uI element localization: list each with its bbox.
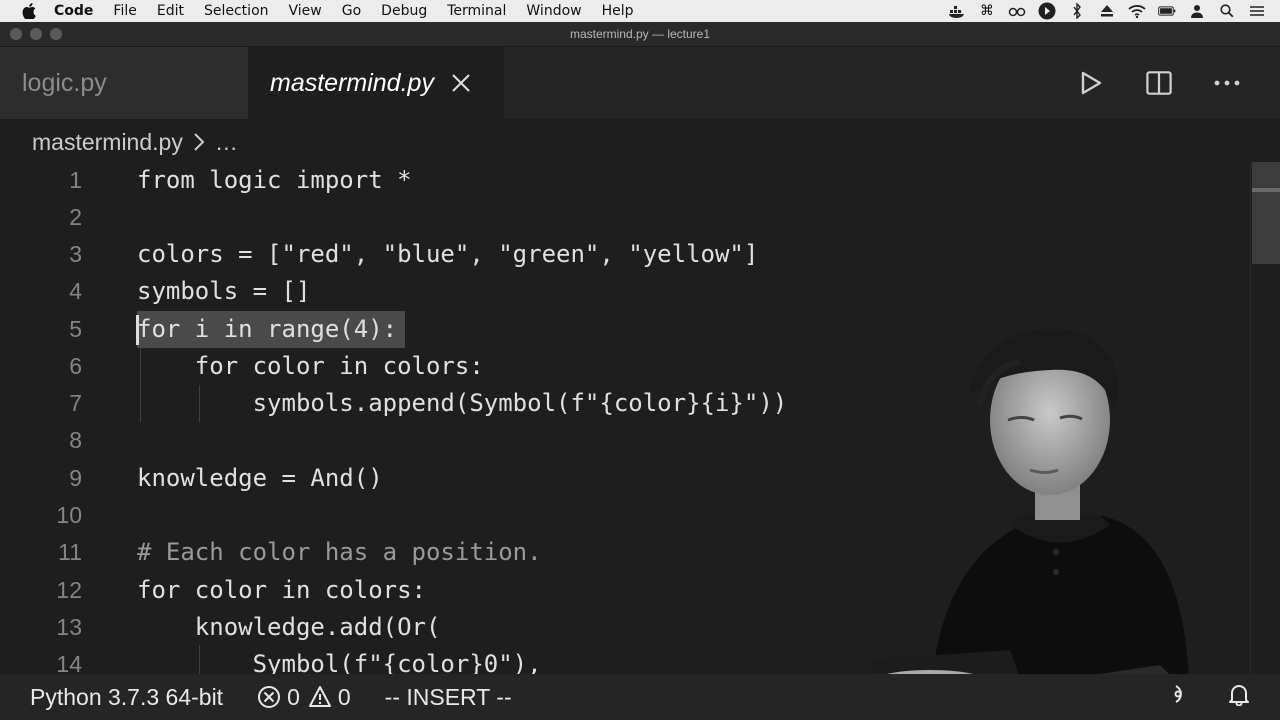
- code-text: for color in colors:: [137, 352, 484, 380]
- close-window-button[interactable]: [10, 28, 22, 40]
- run-file-button[interactable]: [1078, 70, 1104, 96]
- menu-edit[interactable]: Edit: [157, 3, 184, 19]
- window-title: mastermind.py — lecture1: [569, 27, 711, 41]
- line-number: 9: [69, 465, 82, 491]
- spotlight-search-icon[interactable]: [1218, 3, 1236, 19]
- python-interpreter-status[interactable]: Python 3.7.3 64-bit: [30, 684, 223, 711]
- code-text: symbols = []: [137, 277, 311, 305]
- scrollbar-selection-marker: [1252, 188, 1280, 192]
- code-line: 1 from logic import *: [0, 162, 1240, 199]
- zoom-window-button[interactable]: [50, 28, 62, 40]
- line-number: 12: [56, 577, 82, 603]
- tab-label: mastermind.py: [270, 68, 434, 97]
- docker-icon[interactable]: [948, 3, 966, 19]
- menu-file[interactable]: File: [113, 3, 136, 19]
- line-number: 10: [56, 502, 82, 528]
- command-key-icon[interactable]: ⌘: [978, 3, 996, 19]
- notifications-bell-icon[interactable]: [1228, 682, 1250, 712]
- user-icon[interactable]: [1188, 3, 1206, 19]
- breadcrumb-symbols[interactable]: …: [215, 129, 238, 156]
- editor-actions: [1078, 47, 1240, 119]
- line-number: 6: [69, 353, 82, 379]
- vim-mode-indicator: -- INSERT --: [384, 683, 512, 710]
- error-icon: [258, 686, 281, 708]
- chevron-right-icon: [194, 133, 205, 151]
- macos-menu-bar: Code File Edit Selection View Go Debug T…: [0, 0, 1280, 22]
- split-editor-button[interactable]: [1146, 70, 1172, 96]
- breadcrumb-file[interactable]: mastermind.py: [32, 129, 183, 156]
- ellipsis-icon: [1214, 80, 1240, 86]
- text-cursor: [136, 315, 139, 345]
- line-number: 4: [69, 278, 82, 304]
- code-text: colors = ["red", "blue", "green", "yello…: [137, 240, 759, 268]
- status-bar: Python 3.7.3 64-bit 0 0 -- INSERT --: [0, 674, 1280, 720]
- line-number: 1: [69, 167, 82, 193]
- wifi-icon[interactable]: [1128, 3, 1146, 19]
- window-controls: [10, 28, 62, 40]
- status-bar-right: [1170, 682, 1250, 712]
- menu-terminal[interactable]: Terminal: [447, 3, 506, 19]
- scrollbar-thumb[interactable]: [1252, 162, 1280, 264]
- glasses-icon[interactable]: [1008, 3, 1026, 19]
- battery-icon[interactable]: [1158, 3, 1176, 19]
- eject-icon[interactable]: [1098, 3, 1116, 19]
- control-center-icon[interactable]: [1248, 3, 1266, 19]
- code-line: 2: [0, 199, 1240, 236]
- apple-logo-icon[interactable]: [22, 3, 36, 19]
- menu-window[interactable]: Window: [526, 3, 581, 19]
- breadcrumb: mastermind.py …: [32, 124, 238, 160]
- menu-go[interactable]: Go: [342, 3, 361, 19]
- code-text: for i in range(4):: [137, 315, 398, 343]
- tab-logic-py[interactable]: logic.py: [0, 47, 248, 119]
- menu-selection[interactable]: Selection: [204, 3, 269, 19]
- play-circle-icon[interactable]: [1038, 2, 1056, 20]
- menu-view[interactable]: View: [289, 3, 322, 19]
- code-text: knowledge.add(Or(: [137, 613, 441, 641]
- tab-mastermind-py[interactable]: mastermind.py: [248, 47, 504, 119]
- code-text: symbols.append(Symbol(f"{color}{i}")): [137, 389, 788, 417]
- line-number: 3: [69, 241, 82, 267]
- menu-bar-status-area: ⌘: [948, 0, 1266, 22]
- line-number: 14: [56, 651, 82, 674]
- warning-count: 0: [337, 683, 351, 710]
- window-title-bar: mastermind.py — lecture1: [0, 22, 1280, 47]
- minimize-window-button[interactable]: [30, 28, 42, 40]
- bluetooth-icon[interactable]: [1068, 3, 1086, 19]
- code-text: knowledge = And(): [137, 464, 383, 492]
- code-line: 4 symbols = []: [0, 273, 1240, 310]
- more-actions-button[interactable]: [1214, 70, 1240, 96]
- menu-debug[interactable]: Debug: [381, 3, 427, 19]
- code-text: for color in colors:: [137, 576, 426, 604]
- live-share-icon[interactable]: [1170, 682, 1192, 712]
- line-number: 5: [69, 316, 82, 342]
- code-line: 3 colors = ["red", "blue", "green", "yel…: [0, 236, 1240, 273]
- code-text: Symbol(f"{color}0"),: [137, 650, 542, 674]
- problems-status[interactable]: 0 0: [257, 684, 351, 711]
- presenter-video-overlay: [870, 329, 1200, 720]
- warning-icon: [308, 686, 331, 707]
- play-icon: [1081, 71, 1102, 95]
- line-number: 2: [69, 204, 82, 230]
- line-number: 8: [69, 427, 82, 453]
- split-editor-icon: [1146, 71, 1172, 95]
- tab-label: logic.py: [22, 68, 107, 97]
- line-number: 7: [69, 390, 82, 416]
- line-number: 13: [56, 614, 82, 640]
- close-tab-icon[interactable]: [450, 72, 472, 94]
- error-count: 0: [287, 683, 300, 710]
- line-number: 11: [58, 539, 82, 565]
- menu-help[interactable]: Help: [602, 3, 634, 19]
- menu-code[interactable]: Code: [54, 3, 93, 19]
- code-comment: # Each color has a position.: [137, 538, 542, 566]
- code-text: from logic import *: [137, 166, 412, 194]
